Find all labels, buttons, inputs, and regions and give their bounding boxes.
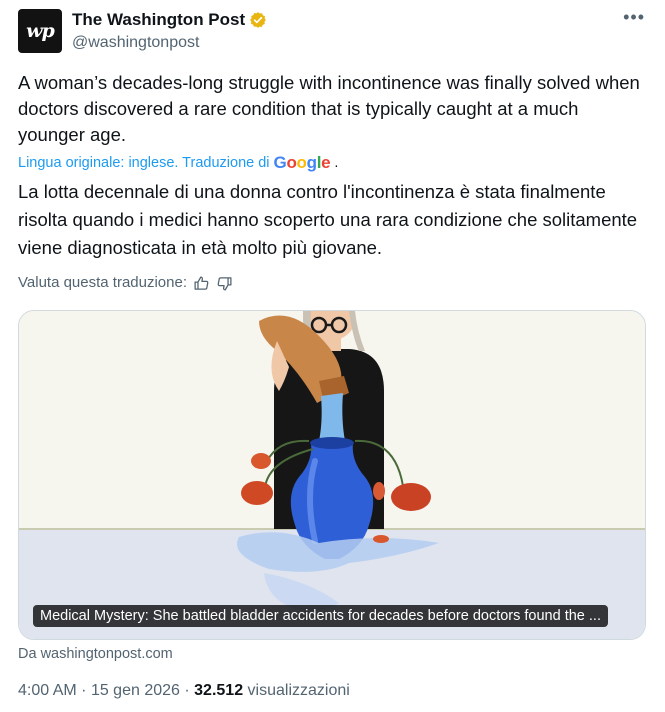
- translation-note-text[interactable]: Lingua originale: inglese. Traduzione di: [18, 152, 270, 174]
- link-card[interactable]: Medical Mystery: She battled bladder acc…: [18, 310, 646, 640]
- tweet-time[interactable]: 4:00 AM: [18, 682, 77, 699]
- view-label: visualizzazioni: [247, 682, 350, 699]
- view-count: 32.512: [194, 682, 244, 699]
- thumbs-down-icon[interactable]: [216, 275, 233, 292]
- rate-translation-label: Valuta questa traduzione:: [18, 274, 188, 291]
- tweet-text: A woman’s decades-long struggle with inc…: [18, 72, 640, 145]
- avatar-logo: wp: [26, 20, 55, 42]
- tweet-meta: 4:00 AM · 15 gen 2026 · 32.512 visualizz…: [18, 680, 350, 702]
- translation-note-suffix: .: [334, 155, 339, 171]
- more-options-icon[interactable]: •••: [623, 8, 645, 26]
- tweet: wp The Washington Post @washingtonpost •…: [0, 0, 665, 712]
- author-name-row[interactable]: The Washington Post: [72, 10, 267, 30]
- translation-note[interactable]: Lingua originale: inglese. Traduzione di…: [18, 152, 338, 174]
- meta-separator: ·: [184, 682, 195, 699]
- thumbs-up-icon[interactable]: [193, 275, 210, 292]
- verified-badge-icon: [250, 12, 267, 28]
- avatar[interactable]: wp: [18, 9, 62, 53]
- author-handle[interactable]: @washingtonpost: [72, 33, 199, 53]
- author-name[interactable]: The Washington Post: [72, 10, 245, 30]
- meta-separator: ·: [81, 682, 91, 699]
- card-source[interactable]: Da washingtonpost.com: [18, 644, 173, 664]
- rate-translation: Valuta questa traduzione:: [18, 272, 233, 294]
- tweet-date[interactable]: 15 gen 2026: [91, 682, 180, 699]
- article-illustration: [19, 311, 645, 639]
- card-caption[interactable]: Medical Mystery: She battled bladder acc…: [33, 605, 608, 627]
- translated-text: La lotta decennale di una donna contro l…: [18, 181, 638, 258]
- google-logo: Google: [273, 153, 331, 172]
